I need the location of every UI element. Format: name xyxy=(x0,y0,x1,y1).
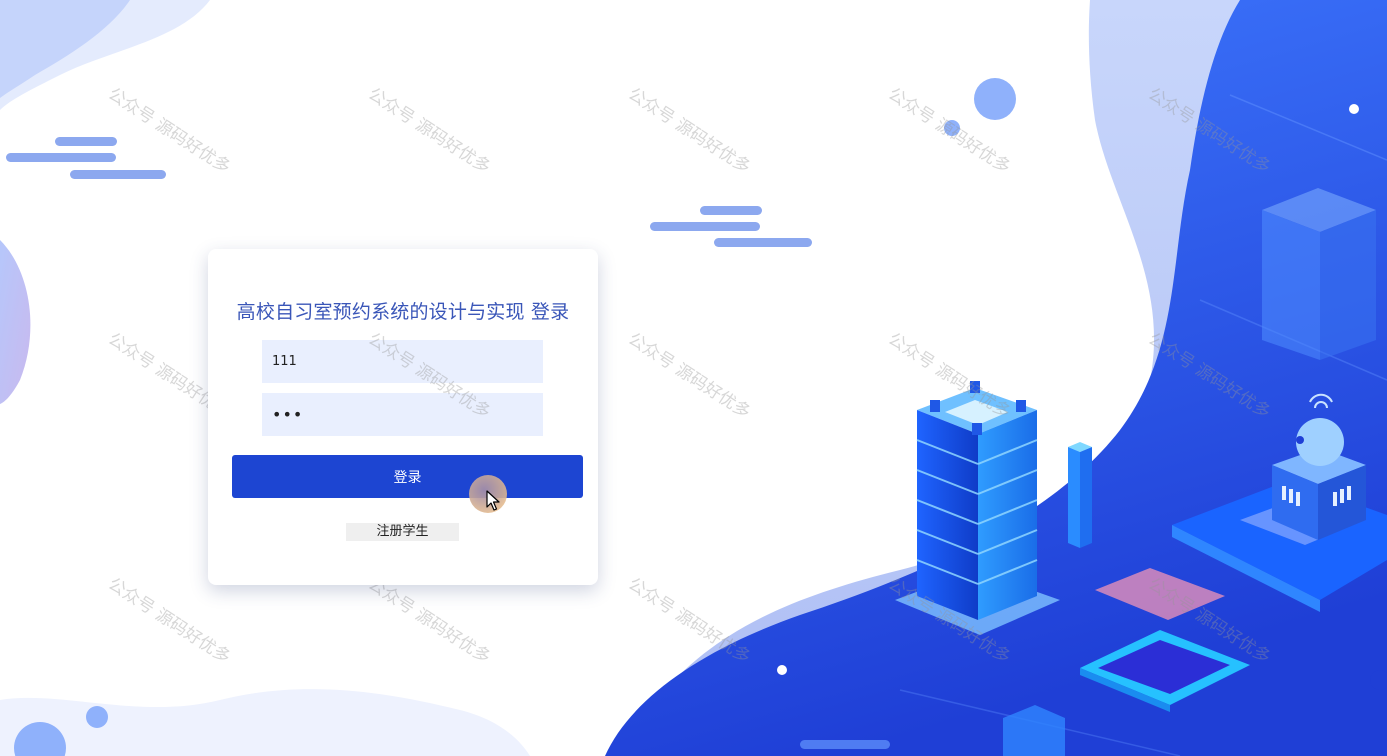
password-input[interactable] xyxy=(262,393,543,436)
login-title: 高校自习室预约系统的设计与实现 登录 xyxy=(236,301,570,323)
login-page: 公众号 源码好优多 公众号 源码好优多 公众号 源码好优多 公众号 源码好优多 … xyxy=(0,0,1387,756)
username-input[interactable] xyxy=(262,340,543,383)
login-button[interactable]: 登录 xyxy=(232,455,583,498)
login-card: 高校自习室预约系统的设计与实现 登录 登录 注册学生 xyxy=(208,249,598,585)
register-student-button[interactable]: 注册学生 xyxy=(346,523,459,541)
